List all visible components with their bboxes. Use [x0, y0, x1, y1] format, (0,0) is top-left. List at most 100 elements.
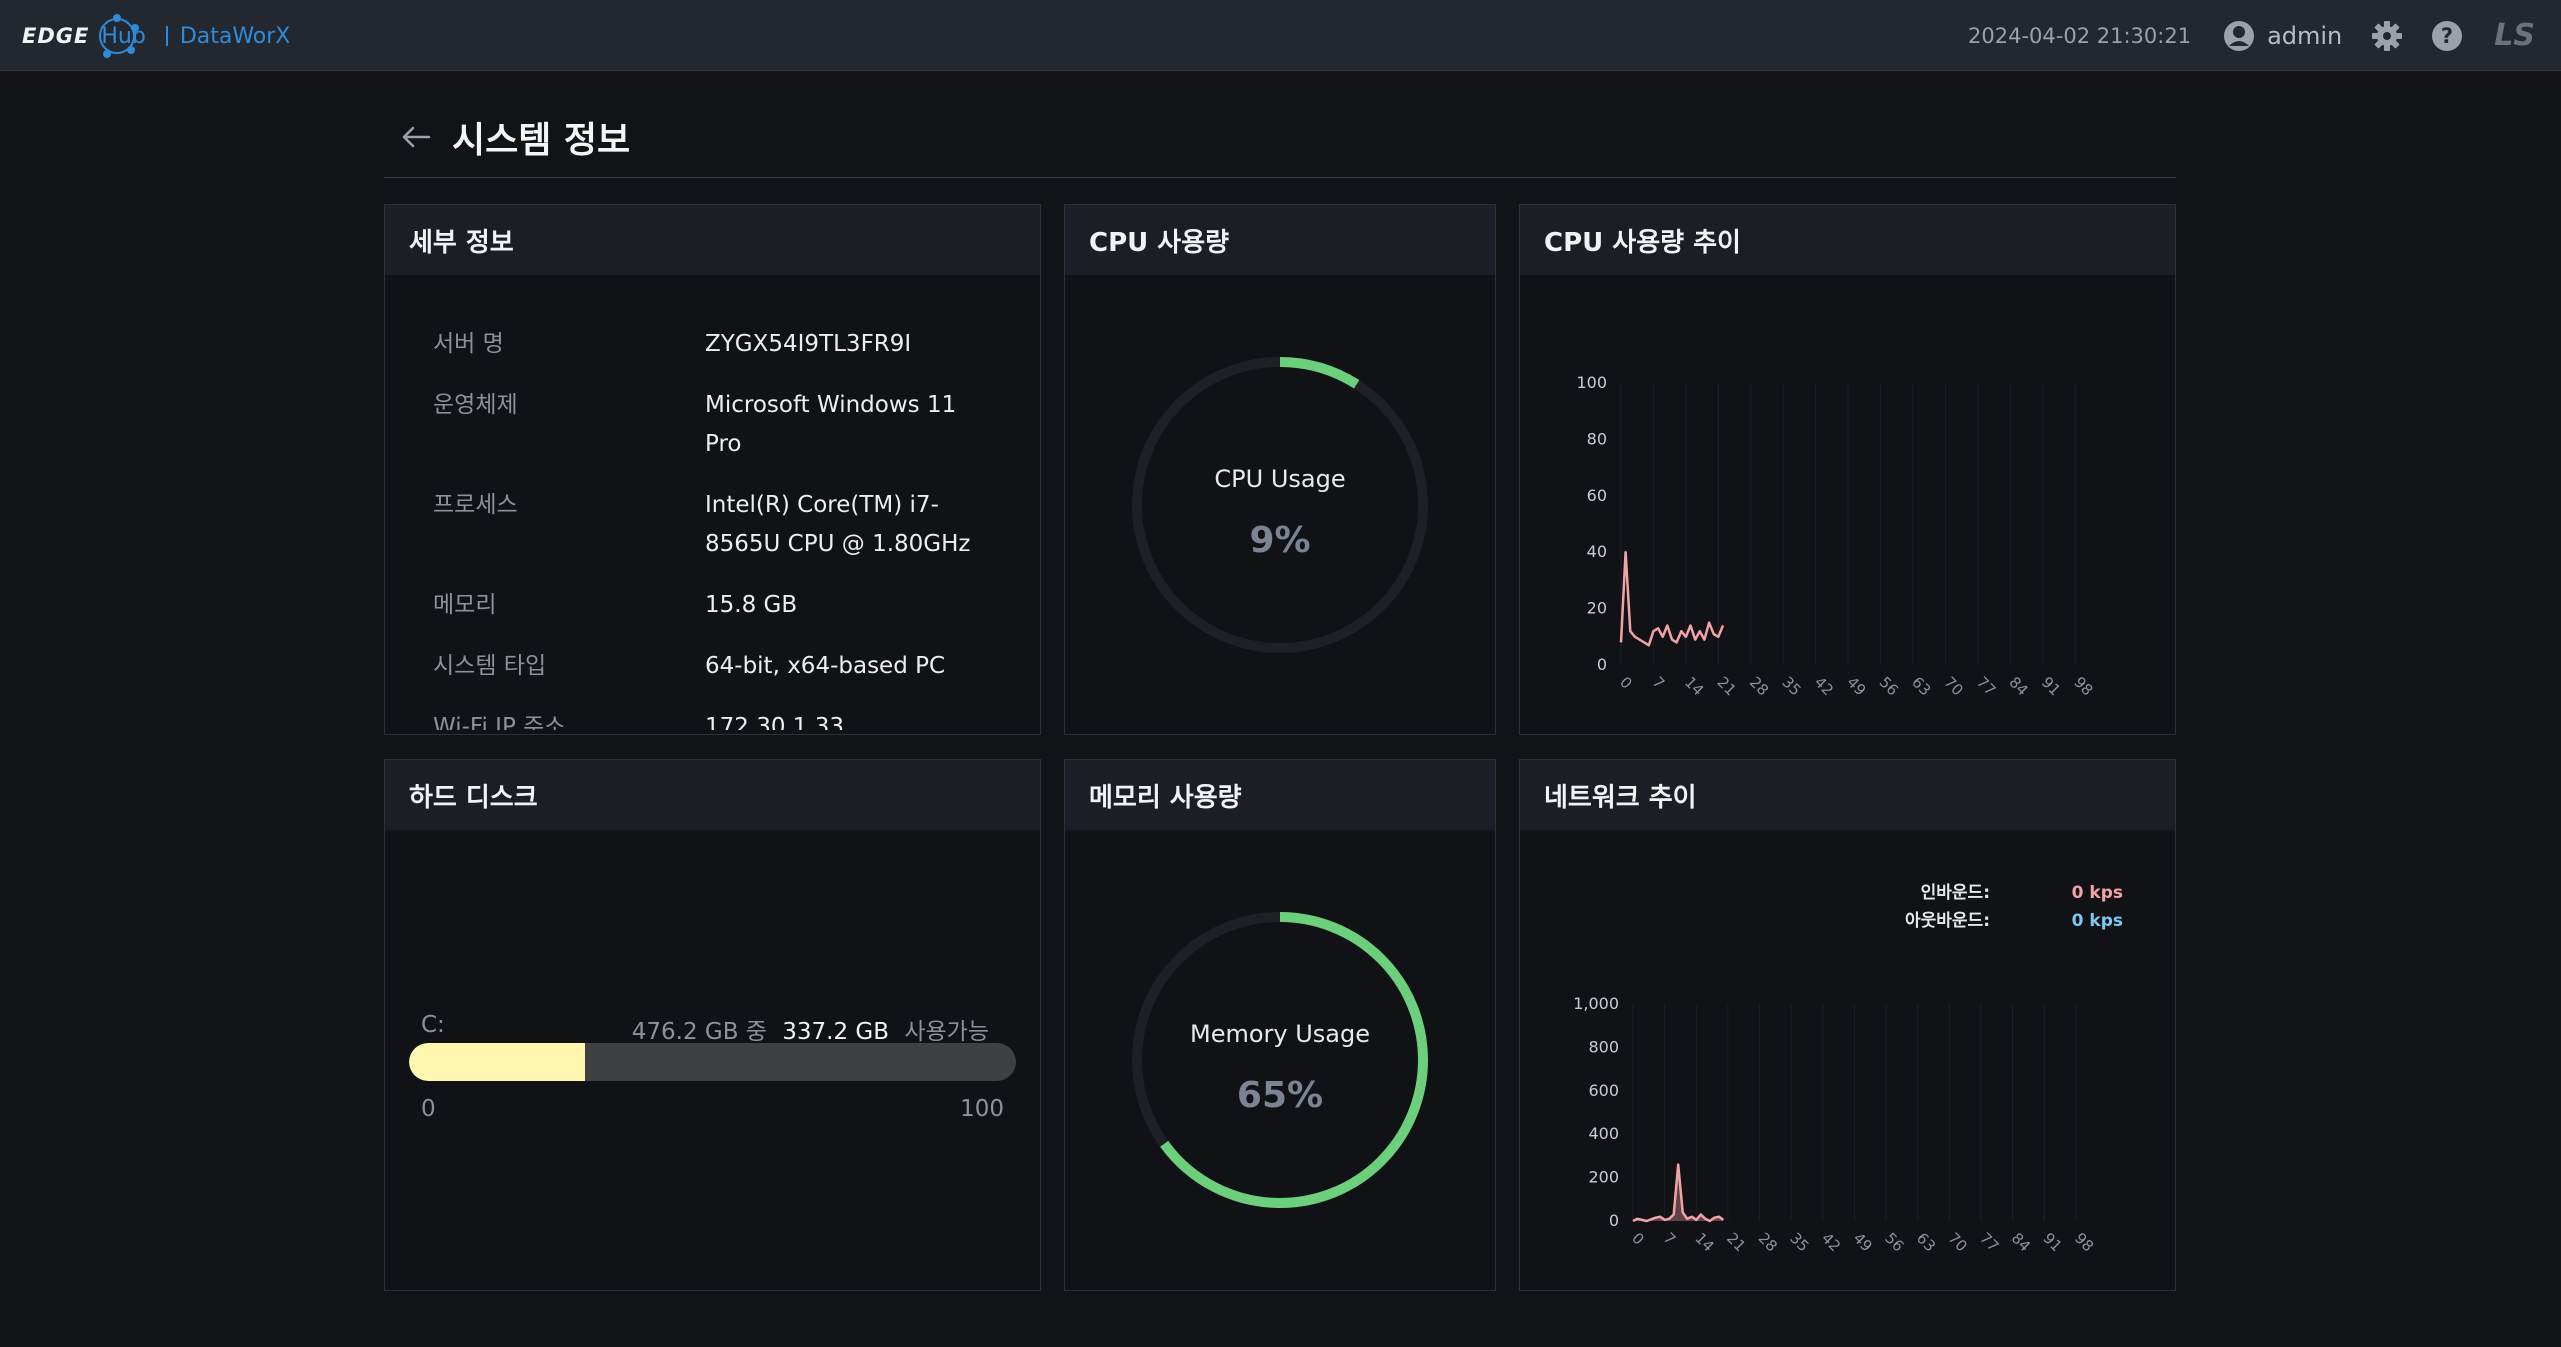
net-chart-x-tick-label: 42 — [1818, 1229, 1844, 1255]
details-panel: 세부 정보 서버 명 ZYGX54I9TL3FR9I 운영체제 Microsof… — [384, 204, 1041, 735]
cpu-chart-x-tick-label: 35 — [1778, 673, 1804, 699]
network-trend-panel: 네트워크 추이 0 7 14 21 28 35 42 49 56 63 70 77 84 91 98 0 200… — [1519, 759, 2176, 1291]
memory-gauge-label: Memory Usage — [1189, 1020, 1370, 1048]
net-chart-x-tick-label: 77 — [1976, 1229, 2002, 1255]
detail-row-system-type: 시스템 타입 64-bit, x64-based PC — [433, 647, 1040, 686]
cpu-chart-y-tick-label: 60 — [1587, 486, 1607, 505]
net-chart-x-tick-label: 84 — [2008, 1229, 2034, 1255]
memory-gauge-ring — [1132, 912, 1428, 1208]
cpu-usage-panel: CPU 사용량 CPU Usage 9% — [1064, 204, 1496, 735]
hub-network-icon — [99, 13, 140, 58]
back-button[interactable] — [394, 115, 438, 159]
net-chart-legend-value: 0 kps — [2072, 911, 2123, 931]
detail-row-wifi-ip: Wi-Fi IP 주소 172.30.1.33 — [433, 708, 1040, 730]
cpu-gauge-label: CPU Usage — [1214, 465, 1346, 493]
disk-available-label: 사용가능 — [904, 1019, 989, 1045]
page-title: 시스템 정보 — [452, 119, 631, 161]
net-chart-x-tick-label: 70 — [1945, 1229, 1971, 1255]
cpu-chart-x-tick-label: 70 — [1941, 673, 1967, 699]
detail-row-os: 운영체제 Microsoft Windows 11 Pro — [433, 386, 1040, 464]
net-chart-x-tick-label: 98 — [2071, 1229, 2097, 1255]
memory-panel-title: 메모리 사용량 — [1065, 760, 1495, 830]
detail-row-memory: 메모리 15.8 GB — [433, 586, 1040, 625]
arrow-left-icon — [402, 126, 431, 147]
detail-value: ZYGX54I9TL3FR9I — [705, 331, 912, 357]
cpu-chart-y-tick-label: 80 — [1587, 429, 1607, 448]
detail-key: 시스템 타입 — [433, 653, 547, 679]
brand-edge: EDGE — [22, 24, 90, 48]
help-icon: ? — [2432, 20, 2463, 51]
cpu-chart-x-tick-label: 21 — [1713, 673, 1739, 699]
brand-hub: Hub — [93, 13, 153, 58]
disk-panel-title: 하드 디스크 — [385, 760, 1040, 830]
net-chart-y-tick-label: 0 — [1609, 1211, 1619, 1230]
memory-gauge: Memory Usage 65% — [1130, 910, 1430, 1210]
detail-key: Wi-Fi IP 주소 — [433, 714, 566, 730]
cpu-chart-x-tick-label: 28 — [1746, 673, 1772, 699]
detail-value: Intel(R) Core(TM) i7-8565U CPU @ 1.80GHz — [705, 492, 971, 557]
cpu-gauge-value: 9% — [1249, 520, 1311, 561]
network-trend-chart: 0 7 14 21 28 35 42 49 56 63 70 77 84 91 98020040060080… — [1573, 883, 2123, 1255]
disk-scale-min: 0 — [421, 1096, 436, 1122]
top-right-area: 2024-04-02 21:30:21 admin ? LS — [1968, 0, 2561, 71]
cpu-gauge-ring — [1132, 357, 1428, 653]
disk-panel: 하드 디스크 C: 476.2 GB 중 337.2 GB 사용가능 0 100 — [384, 759, 1041, 1291]
help-button[interactable]: ? — [2430, 19, 2464, 53]
brand-app-name: DataWorX — [179, 23, 291, 49]
brand-divider — [165, 26, 168, 46]
net-chart-legend-name: 인바운드: — [1921, 883, 1990, 903]
current-datetime: 2024-04-02 21:30:21 — [1968, 23, 2192, 48]
cpu-panel-title: CPU 사용량 — [1065, 205, 1495, 275]
page-header: 시스템 정보 — [384, 96, 2176, 178]
cpu-chart-x-tick-label: 49 — [1843, 673, 1869, 699]
disk-available: 337.2 GB — [782, 1019, 890, 1045]
user-menu[interactable]: admin — [2223, 20, 2342, 52]
net-chart-legend-name: 아웃바운드: — [1905, 911, 1990, 931]
net-chart-x-tick-label: 7 — [1660, 1229, 1679, 1248]
cpu-trend-panel: CPU 사용량 추이 0 7 14 21 28 35 42 49 56 63 70 77 84 91 98 0… — [1519, 204, 2176, 735]
details-panel-title: 세부 정보 — [385, 205, 1040, 275]
detail-value: 172.30.1.33 — [705, 714, 844, 730]
network-trend-title: 네트워크 추이 — [1520, 760, 2175, 830]
svg-text:?: ? — [2441, 24, 2453, 48]
detail-row-server: 서버 명 ZYGX54I9TL3FR9I — [433, 325, 1040, 364]
net-chart-x-tick-label: 14 — [1691, 1229, 1717, 1255]
detail-value: Microsoft Windows 11 Pro — [705, 392, 957, 457]
gear-icon — [2372, 20, 2403, 51]
disk-summary: C: 476.2 GB 중 337.2 GB 사용가능 — [421, 1012, 989, 1046]
disk-drive-label: C: — [421, 1012, 445, 1038]
cpu-chart-y-tick-label: 40 — [1587, 542, 1607, 561]
cpu-chart-x-tick-label: 91 — [2038, 673, 2064, 699]
disk-usage-fill — [409, 1043, 586, 1081]
cpu-trend-chart: 0 7 14 21 28 35 42 49 56 63 70 77 84 91 98020406080100 — [1576, 373, 2096, 699]
settings-button[interactable] — [2370, 19, 2404, 53]
detail-row-processor: 프로세스 Intel(R) Core(TM) i7-8565U CPU @ 1.… — [433, 486, 1040, 564]
detail-key: 메모리 — [433, 592, 497, 618]
memory-gauge-value: 65% — [1236, 1075, 1324, 1116]
cpu-chart-x-tick-label: 56 — [1876, 673, 1902, 699]
detail-key: 프로세스 — [433, 492, 518, 518]
disk-total: 476.2 GB 중 — [631, 1019, 767, 1045]
net-chart-x-tick-label: 63 — [1913, 1229, 1939, 1255]
detail-key: 운영체제 — [433, 392, 518, 418]
cpu-chart-x-tick-label: 77 — [1973, 673, 1999, 699]
user-avatar-icon — [2224, 20, 2255, 51]
cpu-trend-title: CPU 사용량 추이 — [1520, 205, 2175, 275]
cpu-chart-x-tick-label: 98 — [2070, 673, 2096, 699]
disk-usage-bar — [409, 1043, 1016, 1081]
memory-usage-panel: 메모리 사용량 Memory Usage 65% — [1064, 759, 1496, 1291]
net-chart-x-tick-label: 91 — [2039, 1229, 2065, 1255]
net-chart-x-tick-label: 21 — [1723, 1229, 1749, 1255]
vendor-logo: LS — [2494, 18, 2535, 53]
app-logo[interactable]: EDGE Hub DataWorX — [22, 13, 291, 58]
username: admin — [2267, 21, 2343, 50]
net-chart-x-tick-label: 56 — [1881, 1229, 1907, 1255]
net-chart-x-tick-label: 0 — [1628, 1229, 1647, 1248]
detail-value: 15.8 GB — [705, 592, 798, 618]
net-chart-y-tick-label: 600 — [1588, 1081, 1619, 1100]
cpu-gauge: CPU Usage 9% — [1130, 355, 1430, 655]
disk-scale-max: 100 — [960, 1096, 1004, 1122]
cpu-chart-x-tick-label: 0 — [1616, 673, 1635, 692]
disk-capacity: 476.2 GB 중 337.2 GB 사용가능 — [632, 1012, 989, 1046]
cpu-chart-y-tick-label: 0 — [1597, 655, 1607, 674]
